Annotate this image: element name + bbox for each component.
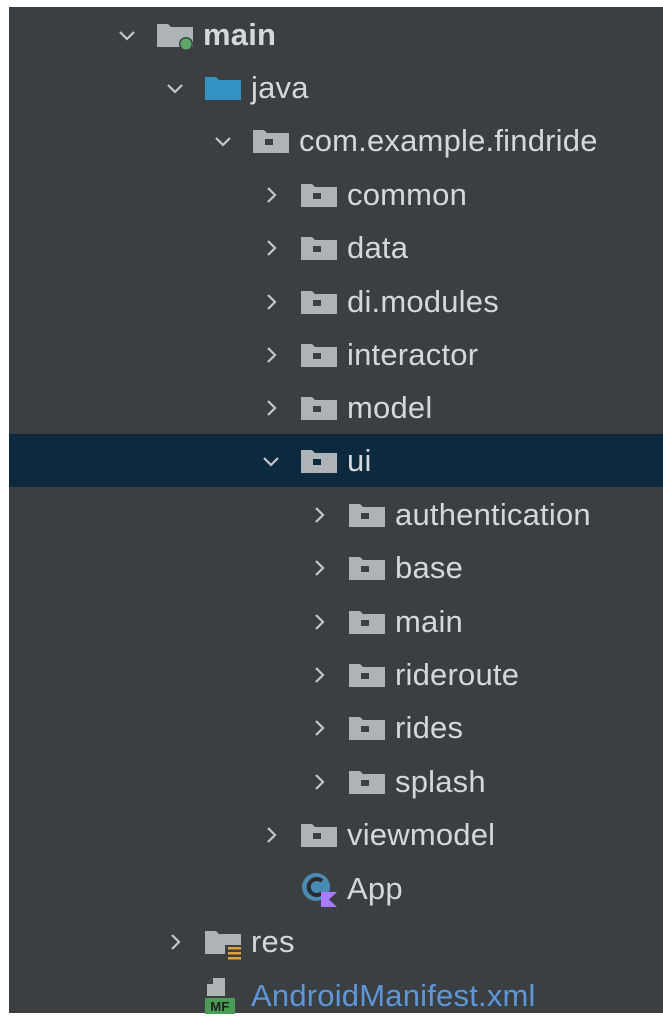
- tree-row-label: App: [347, 870, 403, 906]
- tree-row-viewmodel[interactable]: viewmodel: [9, 808, 663, 861]
- package-icon: [299, 335, 339, 375]
- chevron-right-icon[interactable]: [311, 719, 327, 736]
- tree-row-ui-main[interactable]: main: [9, 595, 663, 648]
- tree-row-label: res: [251, 923, 295, 959]
- package-icon: [299, 175, 339, 215]
- tree-row-app[interactable]: App: [9, 862, 663, 915]
- chevron-right-icon[interactable]: [311, 506, 327, 523]
- tree-row-authentication[interactable]: authentication: [9, 488, 663, 541]
- source-root-folder-icon: [155, 15, 195, 55]
- tree-row-java[interactable]: java: [9, 61, 663, 114]
- kotlin-class-icon: [299, 869, 339, 909]
- chevron-right-icon[interactable]: [167, 933, 183, 950]
- chevron-right-icon[interactable]: [263, 346, 279, 363]
- tree-row-main[interactable]: main: [9, 8, 663, 61]
- tree-row-label: authentication: [395, 496, 591, 532]
- package-icon: [299, 388, 339, 428]
- chevron-down-icon[interactable]: [215, 133, 231, 149]
- package-icon: [347, 495, 387, 535]
- package-icon: [347, 602, 387, 642]
- svg-text:MF: MF: [210, 999, 229, 1014]
- tree-row-label: model: [347, 389, 433, 425]
- chevron-down-icon[interactable]: [119, 27, 135, 43]
- tree-row-model[interactable]: model: [9, 381, 663, 434]
- package-icon: [299, 441, 339, 481]
- tree-row-label: base: [395, 549, 464, 585]
- tree-row-com-example-findride[interactable]: com.example.findride: [9, 114, 663, 167]
- resources-folder-icon: [203, 922, 243, 962]
- tree-row-label: splash: [395, 763, 486, 799]
- tree-row-label: rideroute: [395, 656, 520, 692]
- tree-row-label: com.example.findride: [299, 122, 598, 158]
- chevron-right-icon[interactable]: [311, 613, 327, 630]
- java-source-folder-icon: [203, 68, 243, 108]
- tree-row-ui[interactable]: ui: [9, 434, 663, 487]
- tree-row-label: common: [347, 176, 468, 212]
- package-icon: [299, 228, 339, 268]
- package-icon: [347, 548, 387, 588]
- tree-row-label: interactor: [347, 336, 479, 372]
- tree-row-label: main: [395, 603, 463, 639]
- package-icon: [347, 762, 387, 802]
- chevron-right-icon[interactable]: [311, 666, 327, 683]
- chevron-down-icon[interactable]: [263, 453, 279, 469]
- tree-row-base[interactable]: base: [9, 541, 663, 594]
- android-manifest-icon: MF: [203, 976, 243, 1016]
- tree-row-label: ui: [347, 442, 372, 478]
- chevron-right-icon[interactable]: [263, 826, 279, 843]
- tree-row-label: java: [251, 69, 309, 105]
- chevron-right-icon[interactable]: [311, 559, 327, 576]
- tree-row-label: di.modules: [347, 283, 499, 319]
- chevron-down-icon[interactable]: [167, 80, 183, 96]
- tree-row-label: main: [203, 16, 277, 52]
- package-icon: [251, 121, 291, 161]
- tree-row-label: AndroidManifest.xml: [251, 977, 536, 1013]
- tree-row-label: data: [347, 229, 409, 265]
- chevron-right-icon[interactable]: [311, 773, 327, 790]
- project-tree-panel: main java com.example.findride common da…: [9, 7, 663, 1014]
- package-icon: [347, 655, 387, 695]
- chevron-right-icon[interactable]: [263, 399, 279, 416]
- tree-row-androidmanifest[interactable]: MF AndroidManifest.xml: [9, 969, 663, 1022]
- tree-row-common[interactable]: common: [9, 168, 663, 221]
- tree-row-res[interactable]: res: [9, 915, 663, 968]
- chevron-right-icon[interactable]: [263, 239, 279, 256]
- tree-row-splash[interactable]: splash: [9, 755, 663, 808]
- chevron-right-icon[interactable]: [263, 186, 279, 203]
- package-icon: [299, 282, 339, 322]
- tree-row-interactor[interactable]: interactor: [9, 328, 663, 381]
- chevron-right-icon[interactable]: [263, 293, 279, 310]
- tree-row-data[interactable]: data: [9, 221, 663, 274]
- tree-row-rideroute[interactable]: rideroute: [9, 648, 663, 701]
- package-icon: [299, 815, 339, 855]
- package-icon: [347, 708, 387, 748]
- tree-row-label: rides: [395, 709, 464, 745]
- tree-row-di-modules[interactable]: di.modules: [9, 275, 663, 328]
- tree-row-rides[interactable]: rides: [9, 701, 663, 754]
- tree-row-label: viewmodel: [347, 816, 496, 852]
